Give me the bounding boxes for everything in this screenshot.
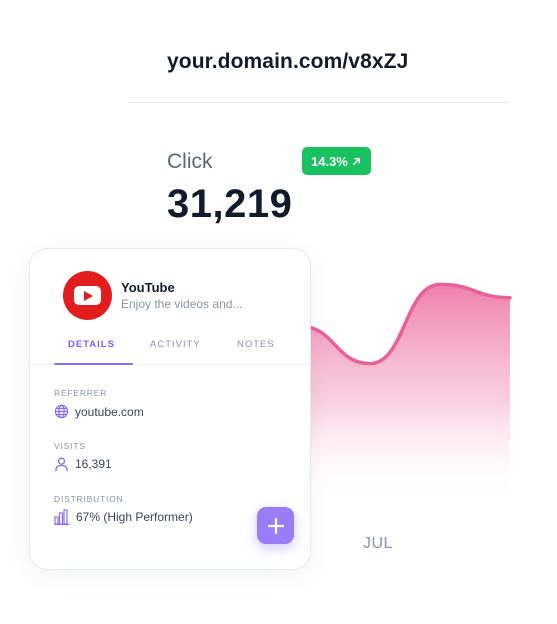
x-axis-tick-jul: JUL [363,535,393,552]
youtube-play-icon [74,286,101,305]
metric-value: 31,219 [167,182,293,226]
arrow-up-right-icon [352,157,360,165]
visits-row: 16,391 [54,456,112,472]
tab-activity[interactable]: ACTIVITY [150,339,201,350]
card-tabs: DETAILS ACTIVITY NOTES [30,335,310,365]
change-badge: 14.3% [302,147,371,175]
referrer-detail-card: YouTube Enjoy the videos and... DETAILS … [29,248,311,570]
short-link-domain: your.domain.com/v8xZJ [167,50,409,73]
distribution-value: 67% (High Performer) [76,510,193,524]
tab-details[interactable]: DETAILS [68,339,115,350]
visits-value: 16,391 [75,457,112,471]
source-name: YouTube [121,280,175,295]
distribution-label: DISTRIBUTION [54,494,124,504]
source-description: Enjoy the videos and... [121,297,243,311]
change-value: 14.3% [311,153,348,169]
bar-chart-icon [54,509,70,525]
user-icon [55,457,68,472]
metric-label: Click [167,150,213,173]
referrer-value: youtube.com [75,404,144,419]
divider [128,102,510,103]
visits-label: VISITS [54,441,86,451]
youtube-logo [63,271,112,320]
add-button[interactable] [257,507,294,544]
referrer-row: youtube.com [54,404,144,419]
plus-icon [267,517,284,534]
referrer-label: REFERRER [54,388,108,398]
tab-notes[interactable]: NOTES [237,339,275,350]
globe-icon [54,404,69,419]
active-tab-indicator [54,363,133,365]
distribution-row: 67% (High Performer) [54,509,193,525]
